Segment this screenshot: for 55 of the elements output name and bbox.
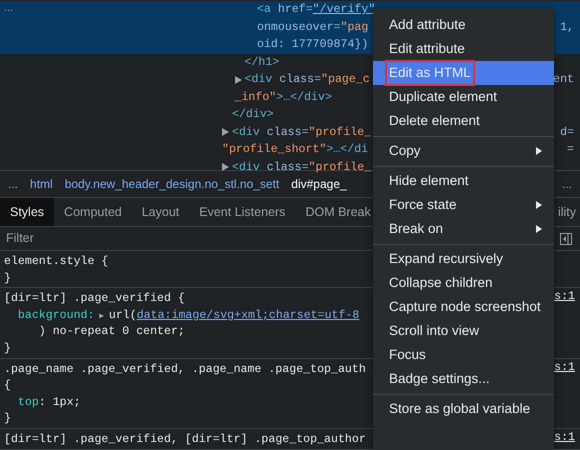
source-link[interactable]: s:1 bbox=[554, 360, 575, 376]
code-line: <div class="profile_ bbox=[232, 124, 372, 141]
code-fragment: d= bbox=[560, 124, 574, 141]
tab[interactable]: ility bbox=[558, 202, 576, 222]
code-line: _info">…</div> bbox=[234, 90, 332, 106]
code-fragment: 1, bbox=[560, 20, 574, 36]
breadcrumb-item[interactable]: body.new_header_design.no_stl.no_sett bbox=[64, 175, 280, 193]
code-line: <div class="profile_ bbox=[232, 160, 372, 176]
tab[interactable]: Layout bbox=[132, 198, 190, 226]
code-line: <div class="page_c bbox=[244, 72, 370, 88]
menu-item[interactable]: Duplicate element bbox=[373, 85, 554, 109]
expand-arrow-icon[interactable] bbox=[222, 163, 229, 172]
more-icon[interactable]: ... bbox=[8, 175, 18, 193]
css-line: ) no-repeat 0 center; bbox=[38, 325, 185, 338]
css-line: } bbox=[4, 412, 11, 426]
css-line: top: 1px; bbox=[16, 396, 81, 409]
expand-arrow-icon[interactable] bbox=[222, 128, 229, 136]
menu-item[interactable]: Collapse children bbox=[373, 271, 554, 295]
menu-item[interactable]: Hide element bbox=[373, 169, 554, 193]
sidebar-toggle-icon[interactable] bbox=[560, 232, 572, 244]
code-line: "profile_short">…</di bbox=[222, 142, 368, 158]
menu-item[interactable]: Capture node screenshot bbox=[373, 295, 554, 319]
menu-item[interactable]: Store as global variable bbox=[373, 397, 554, 421]
code-fragment: = bbox=[567, 142, 574, 158]
css-line: [dir=ltr] .page_verified, [dir=ltr] .page_top_author bbox=[4, 432, 366, 446]
css-line: } bbox=[4, 272, 11, 285]
source-link[interactable]: s:1 bbox=[554, 430, 575, 447]
more-icon[interactable]: ... bbox=[562, 175, 572, 193]
css-line: { bbox=[4, 379, 11, 392]
code-fragment: ent bbox=[553, 72, 574, 88]
css-line: element.style { bbox=[4, 255, 108, 268]
code-line: onmouseover="pag bbox=[257, 20, 368, 36]
source-link[interactable]: s:1 bbox=[554, 289, 575, 306]
expand-arrow-icon[interactable] bbox=[234, 76, 242, 84]
breadcrumb-item[interactable]: html bbox=[30, 175, 53, 193]
css-line: .page_name .page_verified, .page_name .page_top_auth bbox=[4, 362, 366, 376]
tab[interactable]: Styles bbox=[0, 198, 54, 226]
css-line: [dir=ltr] .page_verified { bbox=[4, 292, 185, 306]
code-line: oid: 177709874}) bbox=[257, 37, 368, 54]
menu-item[interactable]: Copy bbox=[373, 139, 554, 163]
menu-item[interactable]: Badge settings... bbox=[373, 367, 554, 391]
css-line: background: ▶ url(data:image/svg+xml;charset=utf-8 bbox=[16, 308, 360, 322]
menu-item[interactable]: Focus bbox=[373, 343, 554, 367]
closing-tag: </h1> bbox=[244, 54, 280, 71]
menu-item[interactable]: Expand recursively bbox=[373, 247, 554, 271]
row-menu-dots[interactable]: ... bbox=[4, 1, 14, 15]
tab[interactable]: Event Listeners bbox=[189, 198, 296, 226]
filter-field[interactable]: Filter bbox=[0, 229, 360, 248]
css-line: } bbox=[4, 342, 11, 355]
breadcrumb-item[interactable]: div#page_ bbox=[291, 175, 347, 193]
code-line: <a href="/verify" bbox=[257, 2, 376, 18]
closing-tag: </div> bbox=[232, 106, 274, 124]
tab[interactable]: Computed bbox=[54, 198, 132, 226]
menu-item[interactable]: Scroll into view bbox=[373, 319, 554, 343]
menu-item[interactable]: Delete element bbox=[373, 109, 554, 133]
